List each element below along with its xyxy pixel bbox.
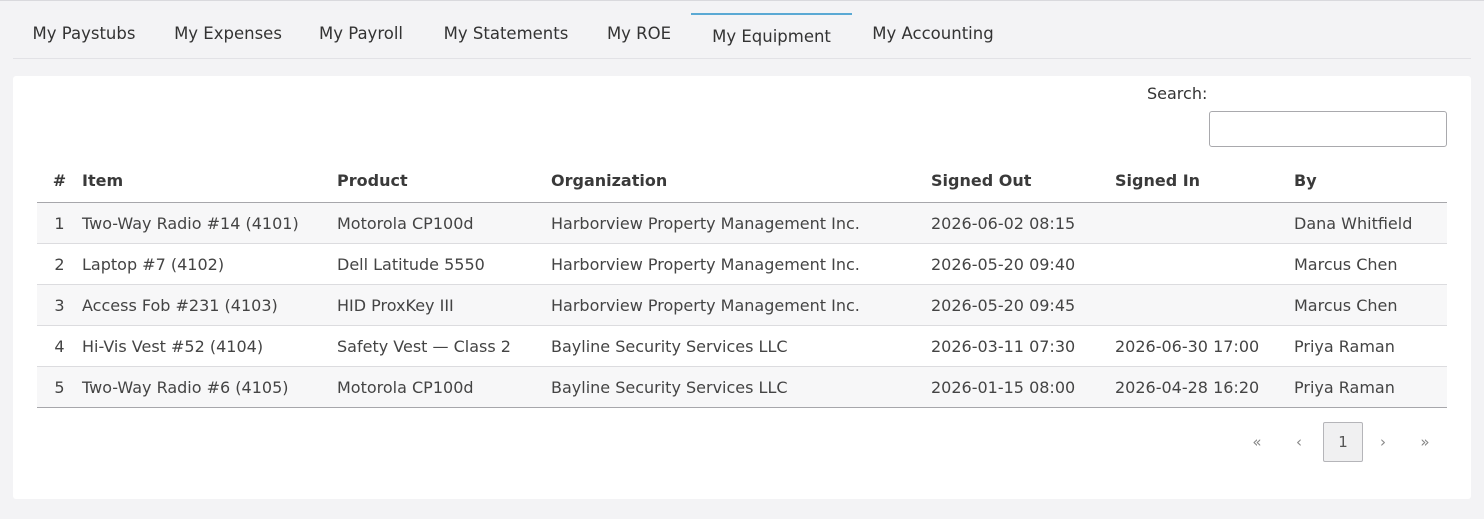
table-row[interactable]: 1 Two-Way Radio #14 (4101) Motorola CP10… xyxy=(37,202,1447,244)
by-cell: Marcus Chen xyxy=(1294,284,1447,326)
equipment-table: # Item Product Organization Signed Out S… xyxy=(37,158,1447,408)
next-page-button[interactable]: › xyxy=(1363,422,1403,462)
signed-in-cell xyxy=(1115,243,1294,285)
column-header-organization[interactable]: Organization xyxy=(551,158,931,203)
column-header-signed-in[interactable]: Signed In xyxy=(1115,158,1294,203)
search-input[interactable] xyxy=(1209,111,1447,147)
product-cell: Motorola CP100d xyxy=(337,202,551,244)
row-number: 1 xyxy=(37,202,82,244)
signed-out-cell: 2026-03-11 07:30 xyxy=(931,325,1115,367)
tab-my-expenses[interactable]: My Expenses xyxy=(159,13,297,58)
organization-cell: Bayline Security Services LLC xyxy=(551,325,931,367)
item-cell: Two-Way Radio #6 (4105) xyxy=(82,366,337,408)
product-cell: HID ProxKey III xyxy=(337,284,551,326)
by-cell: Marcus Chen xyxy=(1294,243,1447,285)
page-1-button[interactable]: 1 xyxy=(1323,422,1363,462)
table-row[interactable]: 4 Hi-Vis Vest #52 (4104) Safety Vest — C… xyxy=(37,325,1447,367)
item-cell: Access Fob #231 (4103) xyxy=(82,284,337,326)
tab-my-paystubs[interactable]: My Paystubs xyxy=(17,13,151,58)
search-label: Search: xyxy=(1147,84,1208,103)
column-header-item[interactable]: Item xyxy=(82,158,337,203)
last-page-button[interactable]: » xyxy=(1405,422,1445,462)
table-row[interactable]: 3 Access Fob #231 (4103) HID ProxKey III… xyxy=(37,284,1447,326)
tab-my-roe[interactable]: My ROE xyxy=(591,13,687,58)
item-cell: Laptop #7 (4102) xyxy=(82,243,337,285)
previous-page-button[interactable]: ‹ xyxy=(1279,422,1319,462)
row-number: 3 xyxy=(37,284,82,326)
tab-my-equipment[interactable]: My Equipment xyxy=(691,13,852,58)
item-cell: Two-Way Radio #14 (4101) xyxy=(82,202,337,244)
signed-out-cell: 2026-01-15 08:00 xyxy=(931,366,1115,408)
by-cell: Dana Whitfield xyxy=(1294,202,1447,244)
table-row[interactable]: 2 Laptop #7 (4102) Dell Latitude 5550 Ha… xyxy=(37,243,1447,285)
row-number: 5 xyxy=(37,366,82,408)
column-header-number[interactable]: # xyxy=(37,158,82,203)
signed-out-cell: 2026-05-20 09:40 xyxy=(931,243,1115,285)
row-number: 4 xyxy=(37,325,82,367)
signed-in-cell xyxy=(1115,284,1294,326)
tab-my-payroll[interactable]: My Payroll xyxy=(305,13,417,58)
signed-in-cell: 2026-06-30 17:00 xyxy=(1115,325,1294,367)
equipment-panel: Search: # Item Product Organization Sign… xyxy=(13,76,1471,499)
row-number: 2 xyxy=(37,243,82,285)
column-header-product[interactable]: Product xyxy=(337,158,551,203)
table-header-row: # Item Product Organization Signed Out S… xyxy=(37,158,1447,203)
signed-out-cell: 2026-06-02 08:15 xyxy=(931,202,1115,244)
by-cell: Priya Raman xyxy=(1294,366,1447,408)
column-header-signed-out[interactable]: Signed Out xyxy=(931,158,1115,203)
item-cell: Hi-Vis Vest #52 (4104) xyxy=(82,325,337,367)
tab-bar: My Paystubs My Expenses My Payroll My St… xyxy=(13,0,1471,59)
first-page-button[interactable]: « xyxy=(1237,422,1277,462)
signed-out-cell: 2026-05-20 09:45 xyxy=(931,284,1115,326)
organization-cell: Harborview Property Management Inc. xyxy=(551,284,931,326)
table-row[interactable]: 5 Two-Way Radio #6 (4105) Motorola CP100… xyxy=(37,366,1447,408)
signed-in-cell xyxy=(1115,202,1294,244)
by-cell: Priya Raman xyxy=(1294,325,1447,367)
organization-cell: Bayline Security Services LLC xyxy=(551,366,931,408)
tab-my-statements[interactable]: My Statements xyxy=(428,13,584,58)
product-cell: Dell Latitude 5550 xyxy=(337,243,551,285)
signed-in-cell: 2026-04-28 16:20 xyxy=(1115,366,1294,408)
product-cell: Motorola CP100d xyxy=(337,366,551,408)
organization-cell: Harborview Property Management Inc. xyxy=(551,202,931,244)
product-cell: Safety Vest — Class 2 xyxy=(337,325,551,367)
organization-cell: Harborview Property Management Inc. xyxy=(551,243,931,285)
tab-my-accounting[interactable]: My Accounting xyxy=(858,13,1008,58)
column-header-by[interactable]: By xyxy=(1294,158,1447,203)
